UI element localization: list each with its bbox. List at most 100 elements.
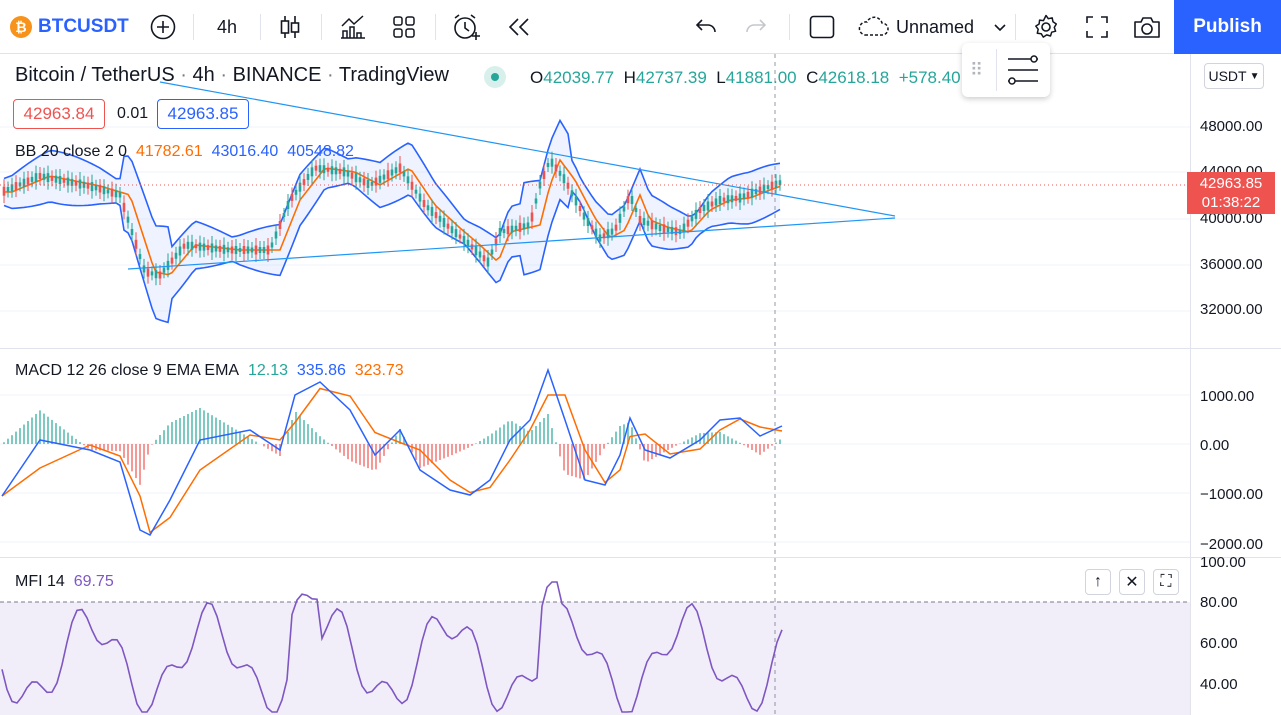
macd-histogram-bar [731,438,733,444]
candle-body [246,246,250,254]
candle-body [114,190,118,198]
macd-histogram-bar [615,431,617,444]
candle-body [546,163,550,167]
candle-body [166,260,170,270]
candle-body [650,220,654,230]
macd-legend[interactable]: MACD 12 26 close 9 EMA EMA 12.13 335.86 … [15,362,404,380]
macd-histogram-bar [535,426,537,444]
candle-body [722,197,726,202]
macd-histogram-bar [363,444,365,467]
bb-label: BB 20 close 2 0 [15,143,128,160]
macd-histogram-bar [67,432,69,444]
bb-legend[interactable]: BB 20 close 2 0 41782.61 43016.40 40548.… [15,143,354,161]
candle-body [486,257,490,267]
candle-body [78,179,82,189]
candle-body [26,177,30,185]
drag-handle-icon[interactable]: ⠿ [970,57,990,83]
macd-histogram-bar [51,419,53,444]
macd-histogram-bar [571,444,573,477]
candle-body [294,189,298,195]
macd-histogram-bar [755,444,757,453]
candle-body [414,189,418,194]
macd-histogram-bar [299,416,301,444]
candle-body [394,167,398,174]
macd-histogram-bar [539,422,541,444]
candle-body [46,173,50,183]
candle-body [286,201,290,209]
macd-histogram-bar [463,444,465,450]
macd-histogram-bar [15,431,17,444]
macd-histogram-bar [251,439,253,444]
candle-body [578,206,582,211]
bar-countdown: 01:38:22 [1201,194,1261,211]
candle-body [554,164,558,172]
candle-body [442,217,446,227]
candle-body [638,216,642,224]
pane-separator[interactable] [0,557,1281,558]
candle-body [410,181,414,190]
legend-separator: · [180,64,187,86]
candle-body [310,167,314,177]
object-tree-icon[interactable] [1004,53,1044,87]
spread-value: 0.01 [117,105,149,122]
candle-body [278,221,282,229]
macd-histogram-bar [531,430,533,444]
arrow-up-icon: ↑ [1094,573,1102,590]
macd-histogram-bar [379,444,381,463]
legend-interval: 4h [192,64,215,86]
candle-body [766,185,770,190]
candle-body [254,245,258,255]
candle-body [714,198,718,206]
macd-histogram-bar [167,425,169,444]
macd-histogram-bar [151,444,153,445]
sell-price-button[interactable]: 42963.84 [13,99,105,129]
mfi-legend[interactable]: MFI 14 69.75 [15,573,114,591]
macd-histogram-bar [267,444,269,449]
macd-histogram-bar [43,413,45,444]
macd-histogram-bar [779,439,781,444]
move-pane-up-button[interactable]: ↑ [1085,569,1111,595]
macd-histogram-bar [391,442,393,444]
macd-histogram-bar [443,444,445,459]
maximize-pane-button[interactable]: ⛶ [1153,569,1179,595]
macd-histogram-bar [47,416,49,444]
symbol-legend[interactable]: Bitcoin / TetherUS · 4h · BINANCE · Trad… [15,64,449,87]
candle-body [178,246,182,256]
buy-price-button[interactable]: 42963.85 [157,99,249,129]
mfi-tick: 60.00 [1200,635,1238,652]
candle-body [506,226,510,235]
candle-body [150,271,154,276]
candle-body [482,255,486,262]
ohlc-values: O42039.77 H42737.39 L41881.00 C42618.18 … [530,68,961,88]
candle-body [490,249,494,255]
candle-body [458,234,462,239]
macd-histogram-bar [639,444,641,450]
macd-histogram-bar [55,423,57,444]
candle-body [290,193,294,201]
macd-histogram-bar [759,444,761,455]
macd-histogram-bar [295,412,297,444]
market-status-icon[interactable] [484,66,506,88]
macd-histogram-bar [135,444,137,479]
macd-histogram-bar [747,444,749,448]
macd-histogram-bar [475,443,477,444]
candle-body [226,247,230,253]
macd-histogram-bar [563,444,565,471]
candle-body [642,218,646,226]
candle-body [726,195,730,204]
pane-separator[interactable] [0,348,1281,349]
macd-histogram-bar [355,444,357,464]
macd-histogram-bar [743,444,745,446]
delete-pane-button[interactable]: ✕ [1119,569,1145,595]
ohlc-key: O [530,68,544,87]
macd-histogram-bar [275,444,277,454]
candle-body [98,185,102,193]
macd-histogram-bar [359,444,361,465]
candle-body [454,229,458,238]
candle-body [306,173,310,180]
price-scale[interactable] [1190,54,1281,715]
ohlc-key: H [623,68,636,87]
candle-body [710,201,714,207]
currency-select[interactable]: USDT ▼ [1204,63,1264,89]
currency-label: USDT [1208,68,1247,84]
